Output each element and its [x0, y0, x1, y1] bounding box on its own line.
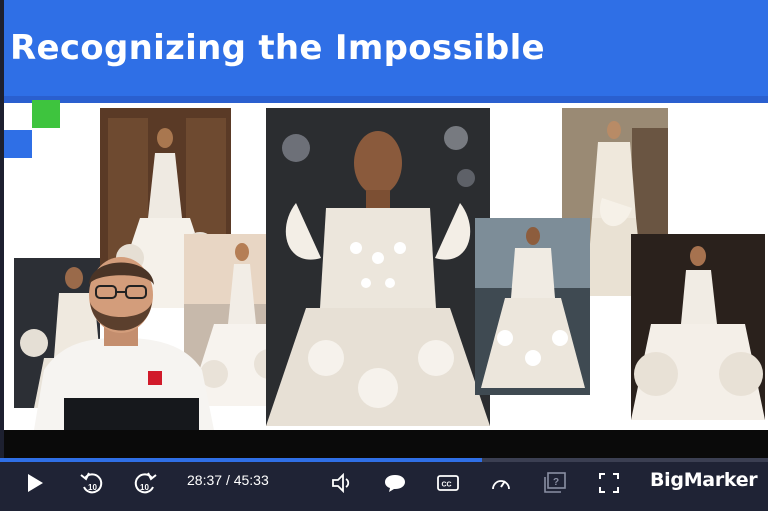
time-display: 28:37 / 45:33 [187, 472, 269, 488]
chat-icon [385, 475, 405, 492]
fullscreen-icon [599, 473, 619, 493]
player-controls: 10 10 28:37 / 45:33 CC ? BigMarker [0, 458, 768, 511]
forward-10-icon: 10 [134, 472, 157, 494]
time-separator: / [225, 472, 230, 488]
rewind-10-button[interactable]: 10 [79, 470, 105, 496]
svg-text:10: 10 [140, 483, 149, 492]
volume-button[interactable] [331, 473, 353, 493]
fashion-photo-ruffle-dress [475, 218, 590, 395]
fullscreen-button[interactable] [598, 472, 620, 494]
rewind-10-icon: 10 [80, 472, 103, 494]
current-time: 28:37 [187, 472, 223, 488]
blue-square-decoration [4, 130, 32, 158]
progress-bar[interactable] [0, 458, 768, 462]
question-icon: ? [544, 472, 566, 493]
duration: 45:33 [233, 472, 269, 488]
title-underline [4, 96, 768, 103]
presenter-webcam [24, 250, 220, 430]
closed-captions-button[interactable]: CC [437, 473, 459, 493]
svg-text:?: ? [553, 477, 559, 488]
green-square-decoration [32, 100, 60, 128]
speed-icon [492, 480, 510, 490]
play-icon [28, 474, 43, 492]
svg-text:10: 10 [88, 483, 97, 492]
presentation-slide: Recognizing the Impossible [0, 0, 768, 458]
forward-10-button[interactable]: 10 [132, 470, 158, 496]
speed-button[interactable] [490, 473, 512, 493]
chat-button[interactable] [384, 473, 406, 493]
volume-icon [332, 473, 350, 493]
closed-captions-icon: CC [437, 475, 459, 491]
progress-fill [0, 458, 483, 462]
fashion-photo-central-model [266, 108, 490, 426]
bigmarker-logo[interactable]: BigMarker [650, 469, 758, 491]
slide-bottom-bar [4, 430, 768, 458]
question-button[interactable]: ? [544, 472, 566, 494]
slide-title: Recognizing the Impossible [10, 28, 545, 68]
title-bar: Recognizing the Impossible [4, 0, 768, 96]
fashion-photo-dark-room-gown [631, 234, 765, 420]
play-button[interactable] [26, 473, 44, 493]
svg-text:CC: CC [442, 482, 452, 489]
